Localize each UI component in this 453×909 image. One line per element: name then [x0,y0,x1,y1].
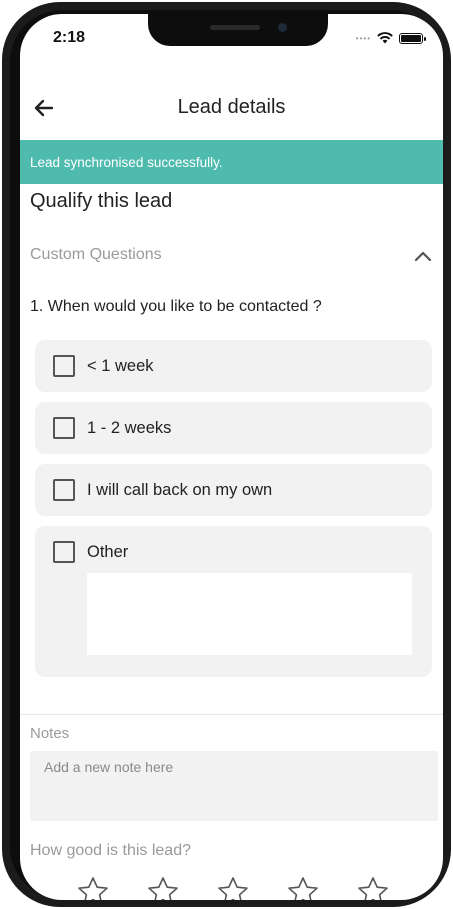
option-label: I will call back on my own [87,481,273,499]
notes-label: Notes [30,725,70,742]
chevron-up-icon [414,251,432,262]
speaker-grille [210,25,260,30]
notes-input[interactable] [30,751,438,821]
option-call-back-own[interactable]: I will call back on my own [35,464,432,516]
signal-icon: •••• [355,33,371,43]
option-1-2-weeks[interactable]: 1 - 2 weeks [35,402,432,454]
checkbox[interactable] [53,479,75,501]
option-label: Other [87,543,129,561]
checkbox[interactable] [53,417,75,439]
page-title: Lead details [177,96,286,118]
other-text-field[interactable] [87,573,412,655]
star-outline-icon[interactable] [287,876,319,900]
checkbox[interactable] [53,355,75,377]
status-time: 2:18 [53,29,86,46]
star-outline-icon[interactable] [147,876,179,900]
custom-questions-toggle[interactable]: Custom Questions [30,246,433,268]
app-screen: 2:18 •••• Lead details Lead synchronised… [20,14,443,900]
star-rating[interactable] [77,876,397,900]
app-header: Lead details [20,86,443,130]
banner-message: Lead synchronised successfully. [30,155,223,170]
option-other[interactable]: Other [35,526,432,677]
star-outline-icon[interactable] [217,876,249,900]
custom-questions-label: Custom Questions [30,246,162,263]
wifi-icon [377,32,393,44]
success-banner: Lead synchronised successfully. [20,140,443,184]
question-text: 1. When would you like to be contacted ? [30,298,322,315]
option-less-than-1-week[interactable]: < 1 week [35,340,432,392]
checkbox[interactable] [53,541,75,563]
option-label: 1 - 2 weeks [87,419,172,437]
qualify-title: Qualify this lead [30,190,173,212]
battery-icon [399,32,426,44]
front-camera [278,23,287,32]
star-outline-icon[interactable] [357,876,389,900]
rating-label: How good is this lead? [30,842,191,859]
status-icons: •••• [355,32,426,44]
star-outline-icon[interactable] [77,876,109,900]
divider [20,714,443,715]
option-label: < 1 week [87,357,154,375]
device-notch [148,14,328,46]
